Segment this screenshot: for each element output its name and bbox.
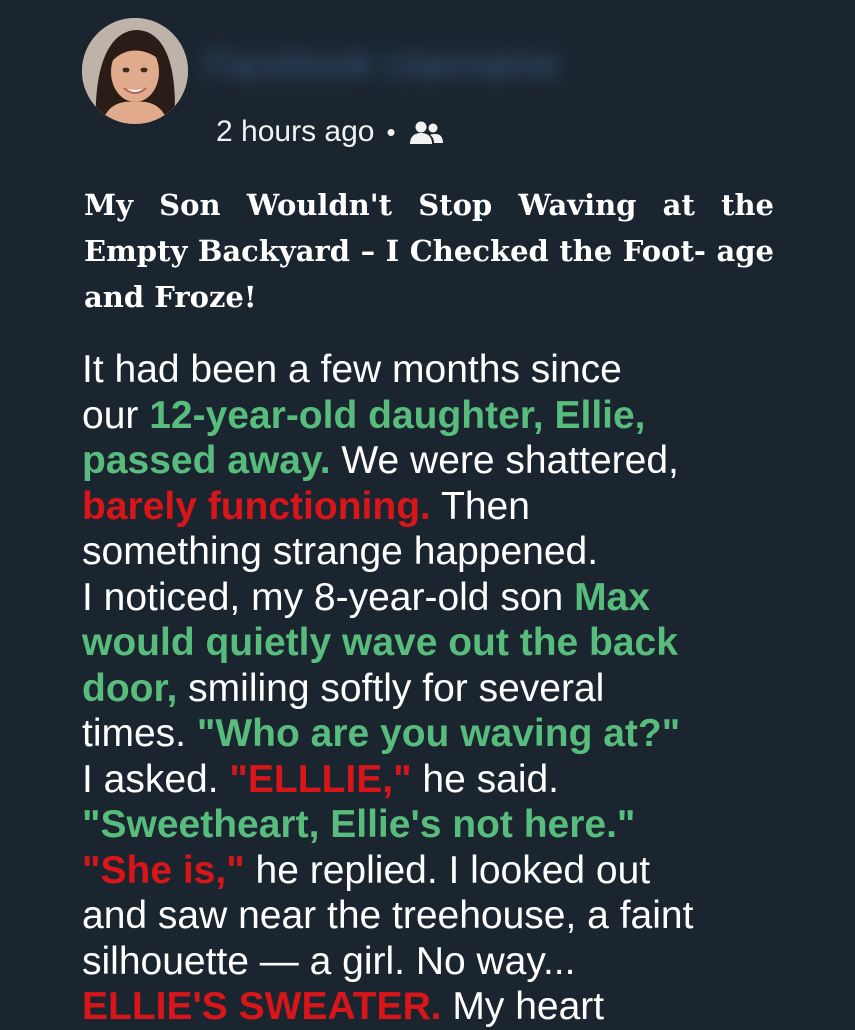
- story-line: "Sweetheart, Ellie's not here.": [82, 802, 822, 848]
- social-post: Facebook Username 2 hours ago • My Son W…: [0, 0, 855, 1028]
- story-line: our 12-year-old daughter, Ellie,: [82, 393, 822, 439]
- story-line: would quietly wave out the back: [82, 620, 822, 666]
- author-name[interactable]: Facebook Username: [206, 42, 559, 88]
- author-avatar[interactable]: [82, 18, 188, 124]
- story-line: I noticed, my 8-year-old son Max: [82, 575, 822, 621]
- story-line: It had been a few months since: [82, 347, 822, 393]
- story-segment: something strange happened.: [82, 530, 599, 573]
- green-highlight: passed away.: [82, 439, 331, 482]
- story-segment: Then: [430, 484, 530, 528]
- story-line: I asked. "ELLLIE," he said.: [82, 757, 822, 803]
- red-highlight: "ELLLIE,": [229, 757, 412, 801]
- green-highlight: would quietly wave out the back: [82, 621, 678, 664]
- story-line: and saw near the treehouse, a faint: [82, 893, 822, 939]
- story-segment: and saw near the treehouse, a faint: [82, 894, 694, 937]
- green-highlight: 12-year-old daughter, Ellie,: [149, 393, 646, 437]
- red-highlight: "She is,": [82, 848, 245, 892]
- story-line: ELLIE'S SWEATER. My heart: [82, 984, 822, 1030]
- story-line: silhouette — a girl. No way...: [82, 939, 822, 985]
- green-highlight: Max: [574, 575, 650, 619]
- story-segment: he said.: [411, 757, 560, 801]
- story-line: "She is," he replied. I looked out: [82, 848, 822, 894]
- friends-icon[interactable]: [408, 118, 444, 146]
- story-line: passed away. We were shattered,: [82, 438, 822, 484]
- red-highlight: barely functioning.: [82, 484, 431, 528]
- green-highlight: "Sweetheart, Ellie's not here.": [82, 803, 636, 846]
- headline-line: My Son Wouldn't Stop Waving at the: [84, 188, 774, 222]
- red-highlight: ELLIE'S SWEATER.: [82, 985, 442, 1028]
- story-segment: silhouette — a girl. No way...: [82, 939, 576, 983]
- avatar-photo: [82, 18, 188, 124]
- post-headline: My Son Wouldn't Stop Waving at the Empty…: [84, 182, 774, 320]
- story-line: something strange happened.: [82, 529, 822, 575]
- green-highlight: "Who are you waving at?": [196, 712, 681, 755]
- headline-line: Empty Backyard – I Checked the Foot-: [84, 234, 706, 268]
- story-line: times. "Who are you waving at?": [82, 711, 822, 757]
- story-segment: We were shattered,: [330, 439, 679, 482]
- story-segment: I noticed, my 8-year-old son: [82, 575, 575, 619]
- story-line: barely functioning. Then: [82, 484, 822, 530]
- story-segment: My heart: [441, 985, 605, 1028]
- post-timestamp[interactable]: 2 hours ago: [216, 115, 374, 149]
- story-segment: It had been a few months since: [82, 348, 622, 391]
- green-highlight: door,: [82, 666, 178, 710]
- story-segment: times.: [82, 712, 197, 755]
- meta-separator: •: [386, 116, 396, 147]
- story-segment: smiling softly for several: [177, 666, 605, 710]
- story-text: It had been a few months since our 12-ye…: [82, 347, 822, 1030]
- story-line: door, smiling softly for several: [82, 666, 822, 712]
- story-segment: he replied. I looked out: [244, 848, 651, 892]
- story-segment: our: [82, 393, 150, 437]
- post-meta: 2 hours ago •: [216, 112, 444, 152]
- story-segment: I asked.: [82, 757, 230, 801]
